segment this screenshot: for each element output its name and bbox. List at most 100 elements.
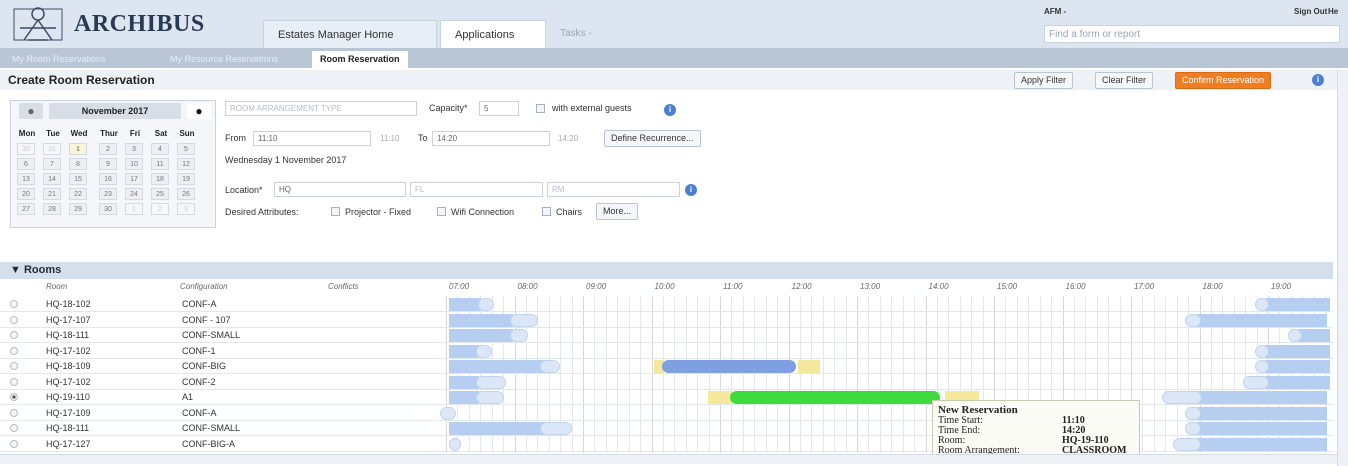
occupied-slot[interactable] bbox=[449, 329, 513, 342]
occupied-slot[interactable] bbox=[1197, 313, 1327, 327]
occupied-slot[interactable] bbox=[1197, 406, 1327, 420]
search-input[interactable]: Find a form or report bbox=[1044, 25, 1340, 43]
horizontal-scrollbar[interactable] bbox=[0, 454, 1337, 464]
occupied-slot[interactable] bbox=[1197, 437, 1327, 451]
calendar-day[interactable]: 20 bbox=[17, 188, 35, 200]
row-radio-button[interactable] bbox=[10, 377, 18, 386]
occupied-slot[interactable] bbox=[540, 360, 560, 373]
occupied-slot[interactable] bbox=[476, 375, 506, 389]
occupied-slot[interactable] bbox=[1298, 329, 1330, 342]
from-time-input[interactable]: 11:10 bbox=[253, 131, 371, 146]
buffer-slot[interactable] bbox=[708, 391, 732, 404]
calendar-day[interactable]: 14 bbox=[43, 173, 61, 185]
room-arrangement-input[interactable]: ROOM ARRANGEMENT TYPE bbox=[225, 101, 417, 116]
sign-out-link[interactable]: Sign Out bbox=[1294, 7, 1327, 16]
tasks-menu[interactable]: Tasks - bbox=[560, 20, 592, 48]
occupied-slot[interactable] bbox=[476, 344, 492, 358]
buffer-slot[interactable] bbox=[798, 360, 820, 373]
new-reservation-bar[interactable] bbox=[730, 391, 940, 404]
calendar-day[interactable]: 3 bbox=[125, 143, 143, 155]
occupied-slot[interactable] bbox=[1185, 422, 1201, 435]
calendar-day[interactable]: 1 bbox=[69, 143, 87, 155]
occupied-slot[interactable] bbox=[1255, 344, 1269, 358]
row-radio-button[interactable] bbox=[10, 424, 18, 432]
calendar-day[interactable]: 11 bbox=[151, 158, 169, 170]
location-building-input[interactable]: HQ bbox=[274, 182, 406, 197]
calendar-day[interactable]: 3 bbox=[177, 203, 195, 215]
occupied-slot[interactable] bbox=[1185, 406, 1201, 420]
calendar-day[interactable]: 27 bbox=[17, 203, 35, 215]
occupied-slot[interactable] bbox=[1173, 437, 1201, 451]
help-link[interactable]: He bbox=[1328, 7, 1338, 16]
confirm-reservation-button[interactable]: Confirm Reservation bbox=[1175, 72, 1272, 89]
external-guests-info-icon[interactable]: i bbox=[664, 104, 676, 116]
define-recurrence-button[interactable]: Define Recurrence... bbox=[604, 130, 701, 147]
chairs-checkbox[interactable] bbox=[542, 207, 551, 216]
occupied-slot[interactable] bbox=[478, 298, 494, 311]
to-time-input[interactable]: 14:20 bbox=[432, 131, 550, 146]
row-radio-button[interactable] bbox=[10, 393, 18, 401]
occupied-slot[interactable] bbox=[449, 422, 545, 435]
occupied-slot[interactable] bbox=[449, 313, 513, 327]
column-header-room[interactable]: Room bbox=[46, 282, 67, 291]
capacity-input[interactable]: 5 bbox=[479, 101, 519, 116]
location-info-icon[interactable]: i bbox=[685, 184, 697, 196]
info-icon[interactable]: i bbox=[1312, 74, 1324, 86]
table-row[interactable]: HQ-18-102 CONF-A bbox=[0, 297, 1333, 312]
calendar-day[interactable]: 23 bbox=[99, 188, 117, 200]
row-radio-button[interactable] bbox=[10, 439, 18, 448]
occupied-slot[interactable] bbox=[1255, 298, 1269, 311]
calendar-day[interactable]: 2 bbox=[151, 203, 169, 215]
occupied-slot[interactable] bbox=[449, 344, 479, 358]
row-radio-button[interactable] bbox=[10, 315, 18, 324]
column-header-conflicts[interactable]: Conflicts bbox=[328, 282, 359, 291]
calendar-day[interactable]: 8 bbox=[69, 158, 87, 170]
location-floor-input[interactable]: FL bbox=[410, 182, 543, 197]
next-month-button[interactable]: ● bbox=[187, 103, 211, 119]
calendar-day[interactable]: 19 bbox=[177, 173, 195, 185]
tab-applications[interactable]: Applications bbox=[440, 20, 546, 48]
vertical-scrollbar[interactable] bbox=[1337, 70, 1348, 466]
occupied-slot[interactable] bbox=[1197, 422, 1327, 435]
occupied-slot[interactable] bbox=[1162, 391, 1202, 404]
calendar-day[interactable]: 17 bbox=[125, 173, 143, 185]
table-row[interactable]: HQ-17-102 CONF-1 bbox=[0, 344, 1333, 359]
apply-filter-button[interactable]: Apply Filter bbox=[1014, 72, 1074, 89]
occupied-slot[interactable] bbox=[540, 422, 572, 435]
calendar-day[interactable]: 1 bbox=[125, 203, 143, 215]
occupied-slot[interactable] bbox=[449, 375, 479, 389]
subtab-my-resource-reservations[interactable]: My Resource Reservations bbox=[162, 51, 286, 68]
existing-reservation-bar[interactable] bbox=[662, 360, 796, 373]
calendar-day[interactable]: 4 bbox=[151, 143, 169, 155]
table-row[interactable]: HQ-17-102 CONF-2 bbox=[0, 375, 1333, 390]
tab-estates-manager-home[interactable]: Estates Manager Home bbox=[263, 20, 437, 48]
occupied-slot[interactable] bbox=[1265, 375, 1330, 389]
calendar-day[interactable]: 21 bbox=[43, 188, 61, 200]
row-radio-button[interactable] bbox=[10, 300, 18, 308]
calendar-day[interactable]: 30 bbox=[99, 203, 117, 215]
calendar-day[interactable]: 12 bbox=[177, 158, 195, 170]
occupied-slot[interactable] bbox=[1243, 375, 1269, 389]
occupied-slot[interactable] bbox=[449, 360, 545, 373]
occupied-slot[interactable] bbox=[449, 298, 481, 311]
row-radio-button[interactable] bbox=[10, 408, 18, 417]
calendar-day[interactable]: 13 bbox=[17, 173, 35, 185]
row-radio-button[interactable] bbox=[10, 362, 18, 370]
calendar-day[interactable]: 18 bbox=[151, 173, 169, 185]
subtab-my-room-reservations[interactable]: My Room Reservations bbox=[4, 51, 114, 68]
calendar-day[interactable]: 5 bbox=[177, 143, 195, 155]
occupied-slot[interactable] bbox=[510, 313, 538, 327]
calendar-day[interactable]: 6 bbox=[17, 158, 35, 170]
external-guests-checkbox[interactable] bbox=[536, 104, 545, 113]
occupied-slot[interactable] bbox=[1288, 329, 1302, 342]
row-radio-button[interactable] bbox=[10, 331, 18, 339]
occupied-slot[interactable] bbox=[510, 329, 528, 342]
calendar-day[interactable]: 22 bbox=[69, 188, 87, 200]
row-radio-button[interactable] bbox=[10, 346, 18, 355]
table-row[interactable]: HQ-17-107 CONF - 107 bbox=[0, 313, 1333, 328]
calendar-day[interactable]: 30 bbox=[17, 143, 35, 155]
user-menu[interactable]: AFM - bbox=[1044, 7, 1066, 16]
occupied-slot[interactable] bbox=[1265, 360, 1330, 373]
calendar-day[interactable]: 31 bbox=[43, 143, 61, 155]
occupied-slot[interactable] bbox=[1265, 344, 1330, 358]
